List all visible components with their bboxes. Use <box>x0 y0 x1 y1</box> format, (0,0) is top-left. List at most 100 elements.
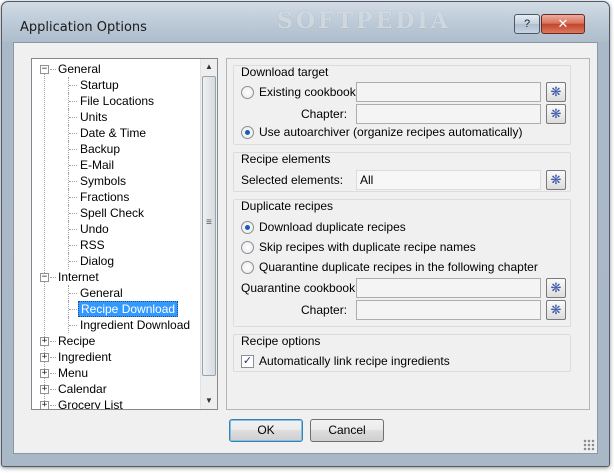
close-button[interactable]: ✕ <box>541 14 585 34</box>
duplicate-recipes-group: Duplicate recipes Download duplicate rec… <box>233 199 571 327</box>
softpedia-watermark: SOFTPEDIA <box>277 8 451 34</box>
ok-button[interactable]: OK <box>229 419 303 442</box>
tree-connector <box>69 165 77 166</box>
existing-cookbook-label: Existing cookbook: <box>259 85 360 99</box>
tree-connector <box>69 309 77 310</box>
tree-node[interactable]: General <box>32 285 202 301</box>
tree-node[interactable]: Recipe Download <box>32 301 202 317</box>
tree-node[interactable]: Startup <box>32 77 202 93</box>
download-duplicates-label: Download duplicate recipes <box>259 220 406 234</box>
chapter-browse-icon[interactable]: ❋ <box>546 104 566 124</box>
recipe-elements-group: Recipe elements Selected elements: All ❋ <box>233 152 571 192</box>
quarantine-chapter-browse-icon[interactable]: ❋ <box>546 300 566 320</box>
tree-node-label: General <box>80 286 123 300</box>
tree-node[interactable]: File Locations <box>32 93 202 109</box>
tree-node-label: Date & Time <box>80 126 147 140</box>
collapse-icon[interactable]: − <box>40 273 49 282</box>
expand-icon[interactable]: + <box>40 385 49 394</box>
tree-node-label: Spell Check <box>80 206 145 220</box>
tree-connector <box>69 85 77 86</box>
tree-node-label: Units <box>80 110 108 124</box>
tree-connector <box>69 245 77 246</box>
tree-node[interactable]: Symbols <box>32 173 202 189</box>
tree-node[interactable]: + Calendar <box>32 381 202 397</box>
tree-connector <box>69 133 77 134</box>
cancel-button[interactable]: Cancel <box>310 419 384 442</box>
recipe-options-title: Recipe options <box>241 334 321 348</box>
tree-node[interactable]: Backup <box>32 141 202 157</box>
chapter-field[interactable] <box>356 104 541 124</box>
tree-node[interactable]: E-Mail <box>32 157 202 173</box>
tree-node-label: Undo <box>80 222 109 236</box>
expand-icon[interactable]: + <box>40 401 49 409</box>
quarantine-chapter-label: Chapter: <box>301 303 348 317</box>
autoarchiver-radio[interactable] <box>241 126 254 139</box>
help-button[interactable]: ? <box>514 14 540 34</box>
selected-elements-label: Selected elements: <box>241 173 344 187</box>
autoarchiver-label: Use autoarchiver (organize recipes autom… <box>259 125 523 139</box>
tree-node-label: General <box>58 62 101 76</box>
download-duplicates-radio[interactable] <box>241 221 254 234</box>
tree-connector <box>69 117 77 118</box>
tree-node[interactable]: Undo <box>32 221 202 237</box>
duplicate-recipes-title: Duplicate recipes <box>241 199 334 213</box>
tree-node-label: Ingredient Download <box>80 318 191 332</box>
selected-elements-browse-icon[interactable]: ❋ <box>546 170 566 190</box>
tree-node[interactable]: − General <box>32 61 202 77</box>
expand-icon[interactable]: + <box>40 337 49 346</box>
tree-node[interactable]: Spell Check <box>32 205 202 221</box>
existing-cookbook-radio[interactable] <box>241 86 254 99</box>
resize-grip-icon[interactable] <box>583 439 595 451</box>
tree-node-label-selected: Recipe Download <box>78 301 179 317</box>
window-title: Application Options <box>20 20 147 35</box>
tree-node-label: Dialog <box>80 254 115 268</box>
tree-node-label: RSS <box>80 238 105 252</box>
tree-connector <box>69 149 77 150</box>
tree-node[interactable]: + Grocery List <box>32 397 202 410</box>
tree-connector <box>69 197 77 198</box>
quarantine-cookbook-field[interactable] <box>356 278 541 298</box>
tree-node-label: Internet <box>58 270 99 284</box>
tree-node[interactable]: Date & Time <box>32 125 202 141</box>
quarantine-duplicates-label: Quarantine duplicate recipes in the foll… <box>259 260 538 274</box>
tree-node-label: File Locations <box>80 94 155 108</box>
selected-elements-field[interactable]: All <box>356 170 541 190</box>
tree-node-label: Symbols <box>80 174 127 188</box>
skip-duplicates-radio[interactable] <box>241 241 254 254</box>
tree-node-label: E-Mail <box>80 158 115 172</box>
scroll-thumb[interactable]: ≡ <box>202 76 216 376</box>
scroll-down-arrow[interactable]: ▼ <box>201 393 217 409</box>
tree-node[interactable]: − Internet <box>32 269 202 285</box>
quarantine-cookbook-browse-icon[interactable]: ❋ <box>546 278 566 298</box>
title-bar[interactable]: SOFTPEDIA Application Options ? ✕ <box>2 2 609 42</box>
tree-node-label: Startup <box>80 78 119 92</box>
existing-cookbook-browse-icon[interactable]: ❋ <box>546 82 566 102</box>
tree-scrollbar[interactable]: ▲ ≡ ▼ <box>200 59 217 409</box>
tree-node[interactable]: Dialog <box>32 253 202 269</box>
tree-node[interactable]: RSS <box>32 237 202 253</box>
grip-icon: ≡ <box>206 217 212 228</box>
tree-connector <box>69 213 77 214</box>
tree-node[interactable]: + Menu <box>32 365 202 381</box>
tree-node[interactable]: Fractions <box>32 189 202 205</box>
expand-icon[interactable]: + <box>40 369 49 378</box>
tree-node[interactable]: + Recipe <box>32 333 202 349</box>
quarantine-chapter-field[interactable] <box>356 300 541 320</box>
tree-connector <box>69 181 77 182</box>
tree-node[interactable]: + Ingredient <box>32 349 202 365</box>
recipe-options-group: Recipe options ✓ Automatically link reci… <box>233 334 571 372</box>
auto-link-checkbox[interactable]: ✓ <box>241 355 254 368</box>
existing-cookbook-field[interactable] <box>356 82 541 102</box>
tree-node-label: Grocery List <box>58 398 123 410</box>
collapse-icon[interactable]: − <box>40 65 49 74</box>
expand-icon[interactable]: + <box>40 353 49 362</box>
tree-node-label: Calendar <box>58 382 107 396</box>
tree-node[interactable]: Units <box>32 109 202 125</box>
tree-node[interactable]: Ingredient Download <box>32 317 202 333</box>
skip-duplicates-label: Skip recipes with duplicate recipe names <box>259 240 476 254</box>
quarantine-duplicates-radio[interactable] <box>241 261 254 274</box>
options-tree[interactable]: − General Startup File Locations Units Date &… <box>31 58 218 410</box>
scroll-up-arrow[interactable]: ▲ <box>201 59 217 75</box>
quarantine-cookbook-label: Quarantine cookbook: <box>241 281 359 295</box>
tree-node-label: Backup <box>80 142 121 156</box>
